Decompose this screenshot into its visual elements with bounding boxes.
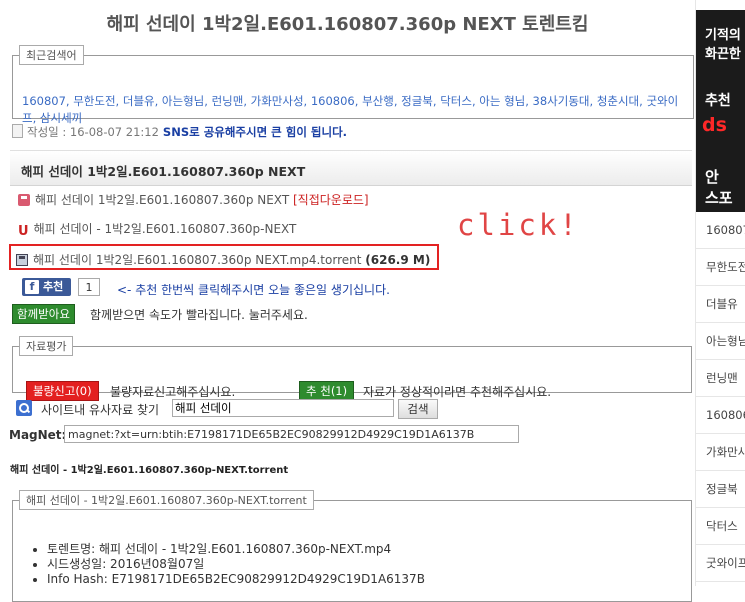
direct-download-name: 해피 선데이 1박2일.E601.160807.360p NEXT [35,193,290,207]
magnet-download-link[interactable]: U 해피 선데이 - 1박2일.E601.160807.360p-NEXT [18,220,296,239]
save-icon [18,194,30,206]
torrent-file-link[interactable]: 해피 선데이 1박2일.E601.160807.360p NEXT.mp4.to… [16,251,430,268]
search-button[interactable]: 검색 [398,399,438,419]
recent-search-link[interactable]: 부산행 [362,94,394,108]
recent-search-link[interactable]: 160806 [311,94,355,108]
recent-search-link[interactable]: 160807 [22,94,66,108]
torrent-file-name: 해피 선데이 1박2일.E601.160807.360p NEXT.mp4.to… [33,253,362,267]
document-icon [12,124,23,138]
separator: , [154,94,162,108]
magnet-icon: U [18,224,29,239]
sidebar-keyword-item[interactable]: 무한도전 [696,249,745,286]
rating-box: 자료평가 불량신고(0) 불량자료신고해주십시요. 추 천(1) 자료가 정상적… [12,336,692,401]
ad-line-2: 화끈한 [705,47,741,62]
post-subject: 해피 선데이 1박2일.E601.160807.360p NEXT [21,164,306,179]
separator: , [589,94,597,108]
similar-search-input[interactable] [172,399,394,417]
torrent-detail-date: 시드생성일: 2016년08월07일 [47,557,425,572]
subject-bar: 해피 선데이 1박2일.E601.160807.360p NEXT [10,150,692,186]
torrent-details-legend: 해피 선데이 - 1박2일.E601.160807.360p-NEXT.torr… [19,490,314,510]
magnet-download-name: 해피 선데이 - 1박2일.E601.160807.360p-NEXT [33,222,297,236]
separator: , [32,111,40,125]
rating-legend: 자료평가 [19,336,74,356]
multi-download-button[interactable]: 함께받아요 [12,304,75,324]
sidebar-keyword-item[interactable]: 굿와이프 [696,545,745,582]
torrent-detail-hash: Info Hash: E7198171DE65B2EC90829912D4929… [47,572,425,587]
recommend-good-button[interactable]: 추 천(1) [299,381,355,401]
ad-line-6: 스포 [705,189,733,207]
post-date: 작성일 : 16-08-07 21:12 [27,125,159,139]
right-sidebar: 기적의 화끈한 추천 ds 안 스포 160807무한도전더블유아는형님런닝맨1… [695,0,745,586]
separator: , [204,94,212,108]
sidebar-keyword-item[interactable]: 정글북 [696,471,745,508]
sidebar-keyword-item[interactable]: 가화만사성 [696,434,745,471]
sidebar-keyword-item[interactable]: 160806 [696,397,745,434]
recent-search-link[interactable]: 삼시세끼 [40,111,82,125]
page-title: 해피 선데이 1박2일.E601.160807.360p NEXT 토렌트킴 [106,14,589,35]
sidebar-keyword-item[interactable]: 더블유 [696,286,745,323]
sidebar-keyword-list: 160807무한도전더블유아는형님런닝맨160806가화만사성정글북닥터스굿와이… [696,212,745,582]
separator: , [243,94,251,108]
report-bad-button[interactable]: 불량신고(0) [26,381,99,401]
recommend-good-note: 자료가 정상적이라면 추천해주십시요. [363,385,552,399]
recommend-count: 1 [78,278,100,296]
sidebar-keyword-item[interactable]: 아는형님 [696,323,745,360]
recent-searches-box: 최근검색어 160807, 무한도전, 더블유, 아는형님, 런닝맨, 가화만사… [12,45,694,125]
sns-share-note: SNS로 공유해주시면 큰 힘이 됩니다. [162,125,348,139]
sidebar-keyword-item[interactable]: 160807 [696,212,745,249]
recent-search-link[interactable]: 아는 형님 [479,94,525,108]
recent-search-links: 160807, 무한도전, 더블유, 아는형님, 런닝맨, 가화만사성, 160… [22,93,686,127]
post-meta: 작성일 : 16-08-07 21:12 SNS로 공유해주시면 큰 힘이 됩니다… [12,124,347,140]
separator: , [303,94,311,108]
recommend-note: <- 추천 한번씩 클릭해주시면 오늘 좋은일 생기십니다. [117,283,390,297]
sidebar-keyword-item[interactable]: 런닝맨 [696,360,745,397]
recent-search-link[interactable]: 청춘시대 [597,94,639,108]
ad-line-5: 안 [705,168,719,186]
ad-line-1: 기적의 [705,28,741,43]
torrent-details-box: 해피 선데이 - 1박2일.E601.160807.360p-NEXT.torr… [12,490,692,602]
separator: , [354,94,363,108]
recent-search-link[interactable]: 정글북 [401,94,433,108]
recent-search-link[interactable]: 38사기동대 [533,94,590,108]
separator: , [525,94,533,108]
recent-search-link[interactable]: 아는형님 [162,94,204,108]
torrent-details-list: 토렌트명: 해피 선데이 - 1박2일.E601.160807.360p-NEX… [33,542,425,587]
facebook-icon: f [25,280,39,294]
recent-search-link[interactable]: 더블유 [123,94,155,108]
recent-search-link[interactable]: 런닝맨 [212,94,244,108]
direct-download-tag: [직접다운로드] [292,193,369,207]
click-annotation: click! [457,208,580,242]
magnet-link-field[interactable]: magnet:?xt=urn:btih:E7198171DE65B2EC9082… [64,425,519,443]
report-bad-note: 불량자료신고해주십시요. [110,385,236,399]
main-content: 해피 선데이 1박2일.E601.160807.360p NEXT 토렌트킴 최… [0,0,695,602]
magnet-label: MagNet: [9,428,67,442]
recent-search-link[interactable]: 닥터스 [440,94,472,108]
disk-icon [16,254,28,266]
multi-download-note: 함께받으면 속도가 빨라집니다. 눌러주세요. [90,308,308,322]
sidebar-ad-banner[interactable]: 기적의 화끈한 추천 ds 안 스포 [696,10,745,212]
facebook-recommend-label: 추천 [43,280,64,293]
torrent-title: 해피 선데이 - 1박2일.E601.160807.360p-NEXT.torr… [10,465,289,476]
recent-search-link[interactable]: 가화만사성 [251,94,304,108]
direct-download-link[interactable]: 해피 선데이 1박2일.E601.160807.360p NEXT [직접다운로… [18,191,369,208]
search-icon [16,400,32,416]
ad-line-3: 추천 [705,93,731,109]
torrent-detail-name: 토렌트명: 해피 선데이 - 1박2일.E601.160807.360p-NEX… [47,542,425,557]
ad-brand: ds [702,114,727,136]
recent-searches-legend: 최근검색어 [19,45,84,65]
recent-search-link[interactable]: 무한도전 [73,94,115,108]
separator: , [115,94,123,108]
facebook-recommend-button[interactable]: f 추천 [22,278,72,296]
similar-search-label: 사이트내 유사자료 찾기 [41,403,160,417]
torrent-file-size: (626.9 M) [365,253,431,267]
sidebar-keyword-item[interactable]: 닥터스 [696,508,745,545]
